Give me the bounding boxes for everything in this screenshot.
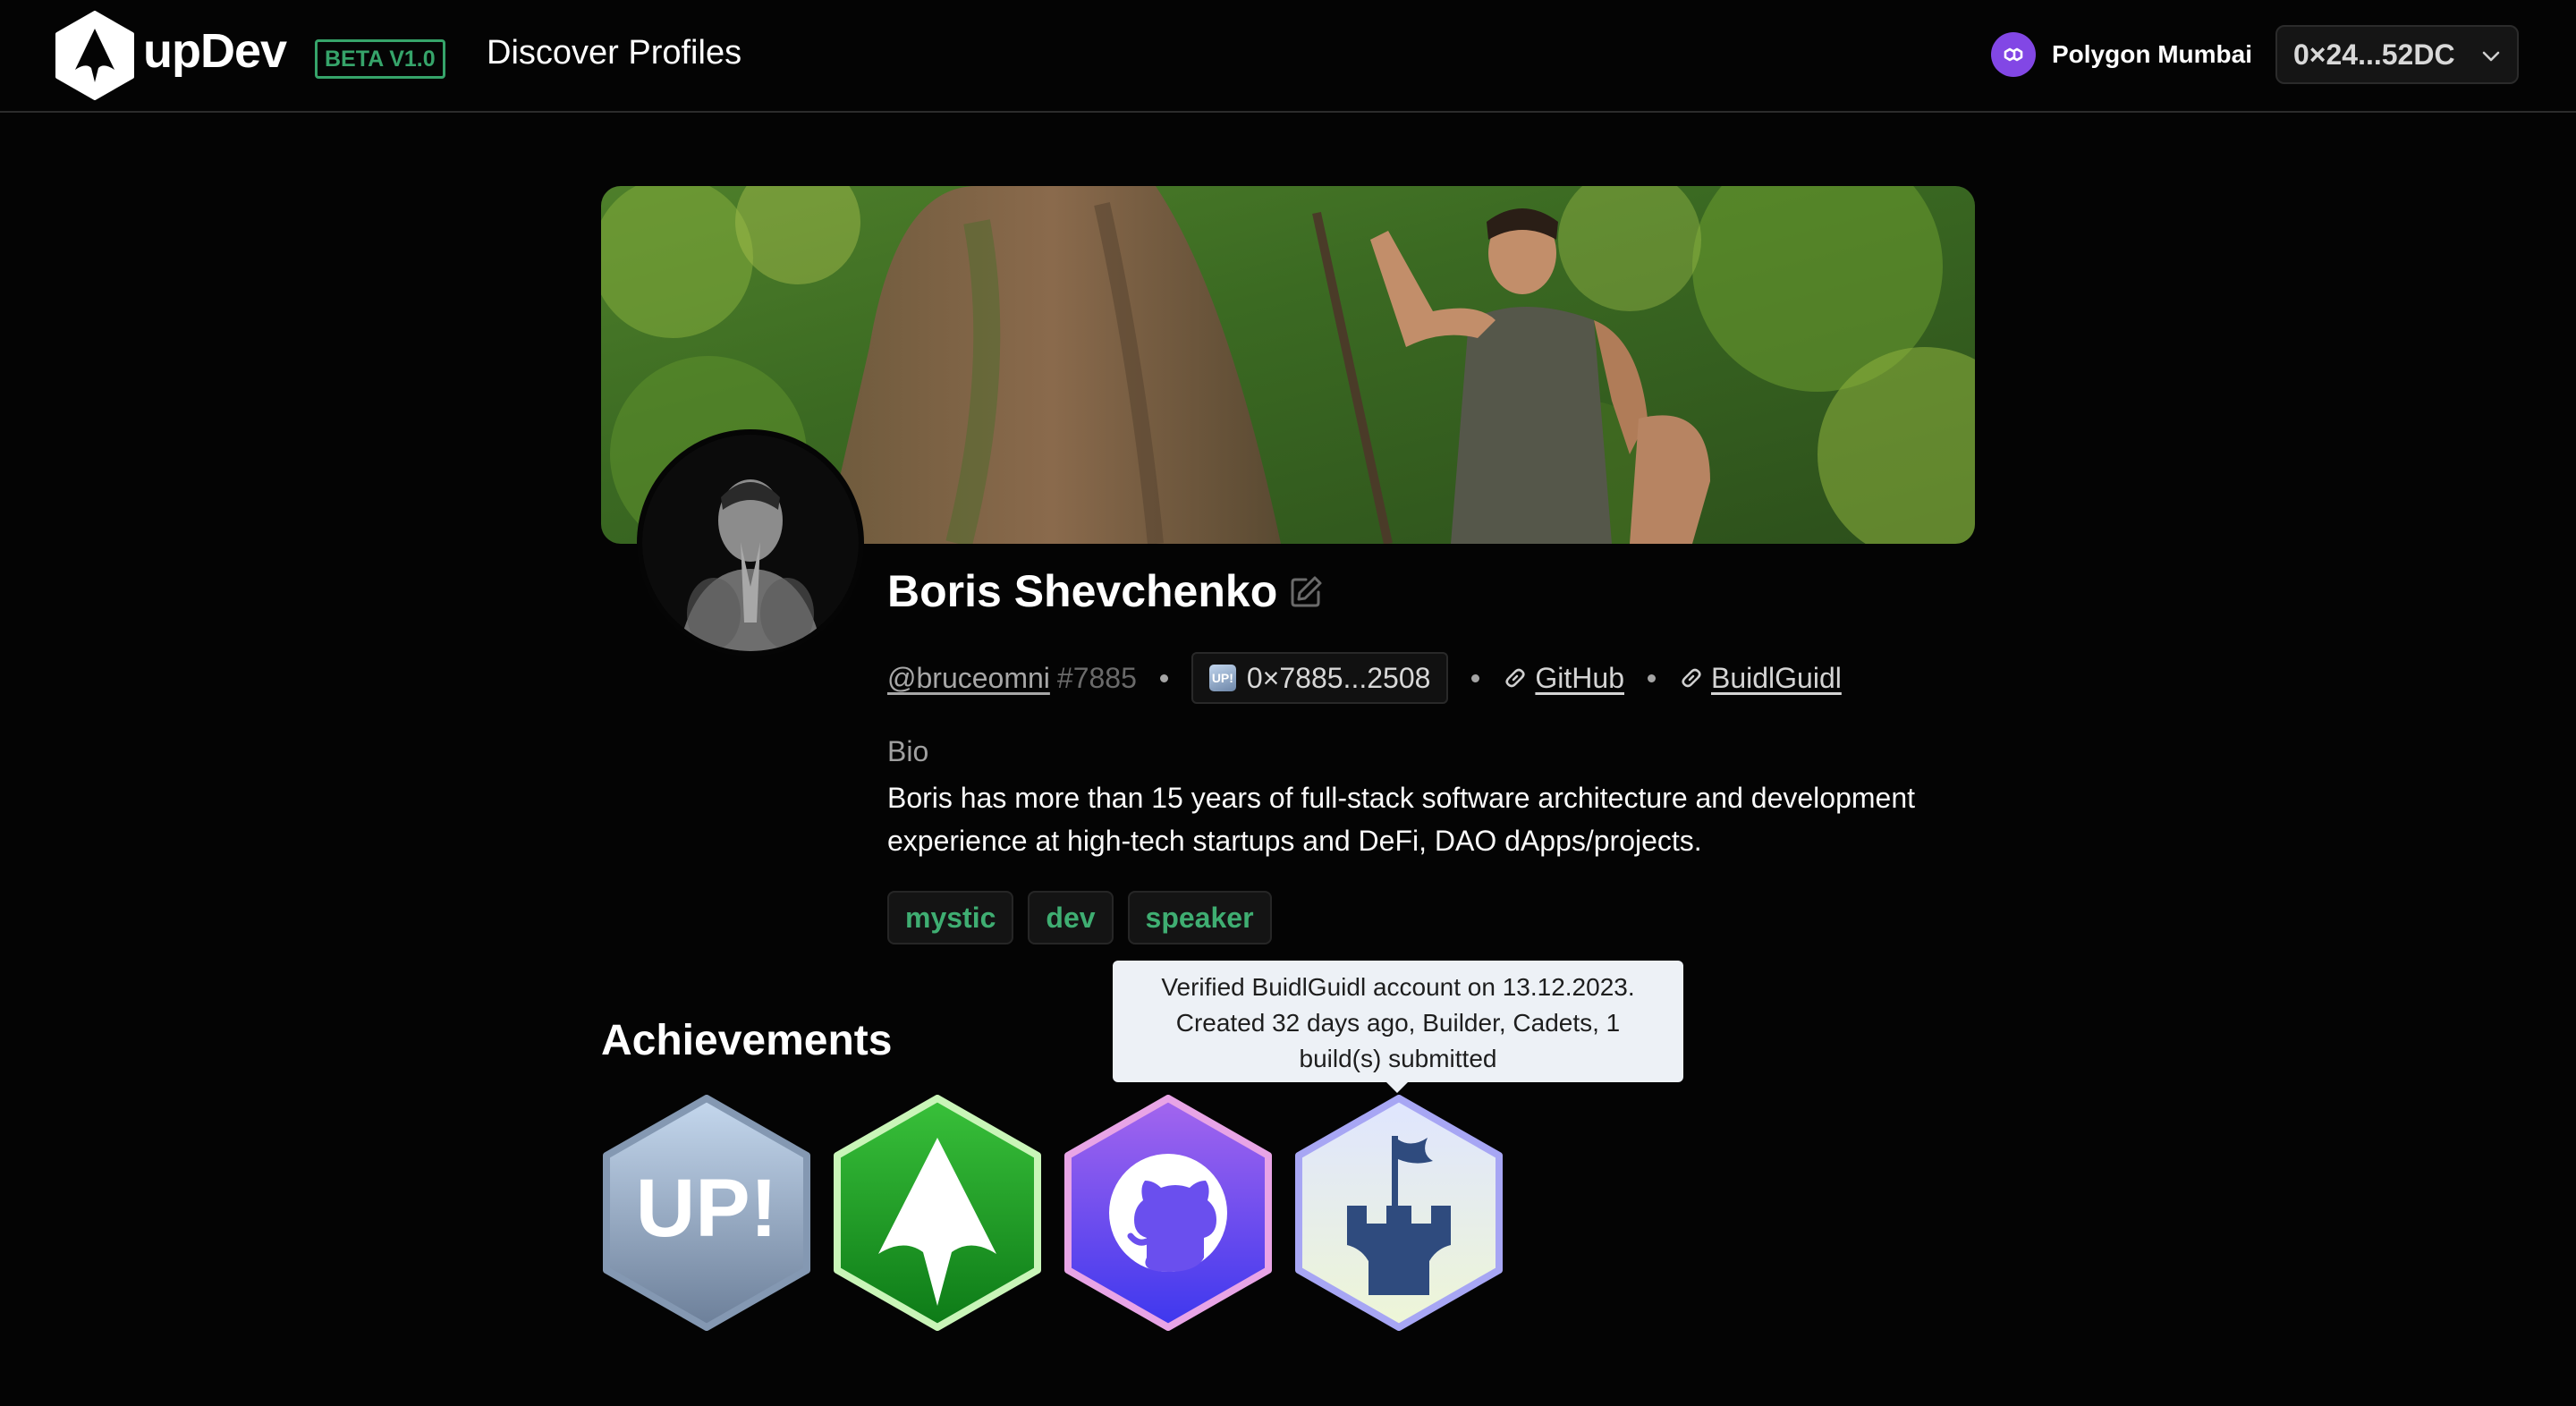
updev-badge[interactable]: [832, 1095, 1043, 1331]
tag-item[interactable]: dev: [1028, 891, 1114, 944]
address-chip[interactable]: UP! 0×7885...2508: [1191, 652, 1449, 704]
github-link[interactable]: GitHub: [1503, 662, 1624, 695]
tag-item[interactable]: mystic: [887, 891, 1014, 944]
updev-logo-icon[interactable]: [54, 11, 136, 100]
achievements-heading: Achievements: [601, 1017, 893, 1064]
github-link-label: GitHub: [1535, 661, 1624, 694]
address-label: 0×7885...2508: [1246, 661, 1431, 694]
network-label: Polygon Mumbai: [2052, 40, 2252, 68]
profile-name: Boris Shevchenko: [887, 566, 1278, 616]
separator-dot: [1471, 673, 1480, 682]
network-indicator[interactable]: Polygon Mumbai: [1991, 32, 2252, 77]
tag-item[interactable]: speaker: [1127, 891, 1272, 944]
github-badge[interactable]: [1063, 1095, 1274, 1331]
buidlguidl-link[interactable]: BuidlGuidl: [1679, 662, 1842, 695]
separator-dot: [1159, 673, 1168, 682]
github-icon: [1109, 1154, 1227, 1272]
profile-meta-row: @bruceomni #7885 UP! 0×7885...2508 GitHu…: [887, 651, 1842, 705]
link-icon: [1505, 668, 1525, 688]
separator-dot: [1648, 673, 1656, 682]
top-navbar: upDev BETA V1.0 Discover Profiles Polygo…: [0, 0, 2576, 113]
wallet-button[interactable]: 0×24...52DC: [2275, 25, 2519, 84]
wallet-address-label: 0×24...52DC: [2293, 38, 2455, 71]
up-badge-text: UP!: [636, 1163, 777, 1254]
chevron-down-icon: [2482, 51, 2500, 62]
nav-discover-profiles[interactable]: Discover Profiles: [487, 34, 741, 72]
buidlguidl-badge[interactable]: [1293, 1095, 1504, 1331]
profile-avatar: [637, 429, 864, 656]
edit-icon[interactable]: [1288, 574, 1324, 610]
buidlguidl-link-label: BuidlGuidl: [1711, 661, 1842, 694]
tooltip-arrow: [1385, 1080, 1410, 1093]
up-icon: UP!: [1208, 665, 1236, 691]
beta-badge: BETA V1.0: [315, 39, 445, 79]
tag-list: mystic dev speaker: [887, 891, 1272, 944]
link-icon: [1682, 668, 1701, 688]
bio-text: Boris has more than 15 years of full-sta…: [887, 782, 1916, 857]
profile-handle[interactable]: @bruceomni: [887, 662, 1050, 695]
up-badge[interactable]: UP!: [601, 1095, 812, 1331]
brand-name[interactable]: upDev: [143, 23, 287, 79]
bio-label: Bio: [887, 735, 929, 767]
achievement-tooltip: Verified BuidlGuidl account on 13.12.202…: [1113, 961, 1683, 1082]
polygon-icon: [1991, 32, 2036, 77]
profile-discriminator: #7885: [1056, 661, 1137, 694]
